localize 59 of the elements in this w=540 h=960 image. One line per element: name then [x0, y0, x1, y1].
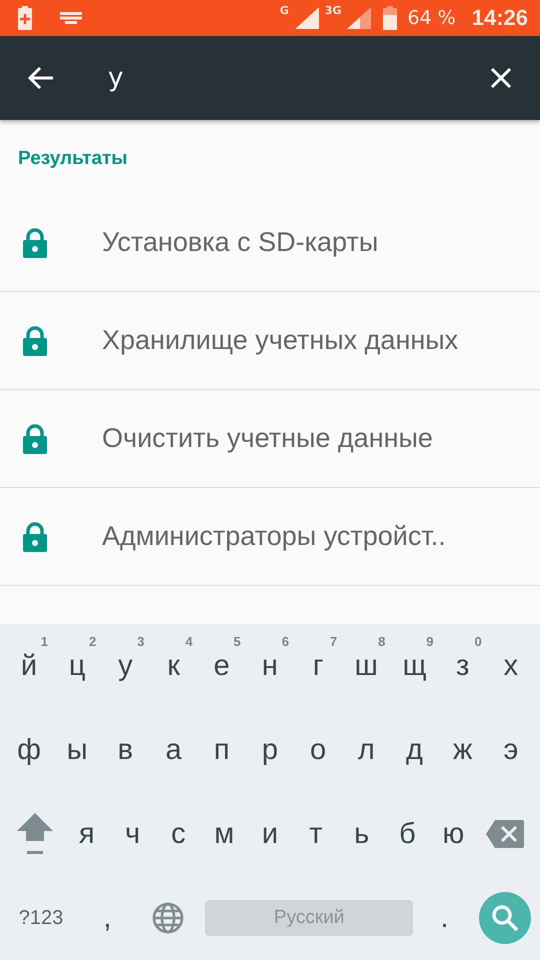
key[interactable]: р	[246, 708, 293, 792]
battery-percentage: 64 %	[407, 7, 456, 29]
signal-icon	[294, 7, 319, 29]
signal-icon	[347, 7, 372, 29]
key[interactable]: ж	[440, 708, 486, 792]
network-label: 3G	[324, 4, 342, 17]
key[interactable]: ы	[54, 708, 100, 792]
network-label: G	[280, 4, 289, 17]
result-item[interactable]: Хранилище учетных данных	[0, 292, 540, 390]
key[interactable]: 0 з	[440, 624, 486, 708]
battery-charging-icon	[18, 6, 32, 30]
key[interactable]: о	[295, 708, 342, 792]
key[interactable]: б	[384, 792, 430, 876]
key[interactable]: 7 г	[295, 624, 342, 708]
key[interactable]: с	[155, 792, 202, 876]
key[interactable]: 5 е	[198, 624, 245, 708]
clock: 14:26	[472, 5, 528, 31]
key[interactable]: 4 к	[150, 624, 197, 708]
backspace-icon	[486, 820, 524, 848]
lock-icon	[23, 522, 47, 552]
search-field[interactable]: у	[74, 63, 470, 93]
key[interactable]: .	[422, 876, 468, 960]
key[interactable]: и	[247, 792, 293, 876]
key[interactable]: э	[488, 708, 534, 792]
key[interactable]: а	[150, 708, 197, 792]
key[interactable]: 8 ш	[343, 624, 390, 708]
key[interactable]: д	[392, 708, 438, 792]
globe-icon	[152, 902, 184, 934]
search-icon	[478, 892, 531, 944]
lock-icon	[23, 424, 47, 454]
key[interactable]: 3 у	[102, 624, 148, 708]
symbols-key[interactable]: ?123	[6, 876, 76, 960]
result-item[interactable]: Установка с SD-карты	[0, 194, 540, 292]
key[interactable]: т	[292, 792, 339, 876]
lock-icon	[23, 228, 47, 258]
result-item[interactable]: Очистить учетные данные	[0, 390, 540, 488]
back-arrow-icon[interactable]	[28, 66, 54, 90]
key[interactable]: 9 щ	[392, 624, 438, 708]
shift-icon	[16, 813, 53, 855]
key[interactable]: 6 н	[246, 624, 293, 708]
key[interactable]: ч	[110, 792, 156, 876]
result-item[interactable]: Администраторы устройст..	[0, 488, 540, 586]
key[interactable]: я	[64, 792, 110, 876]
section-title: Результаты	[17, 147, 129, 171]
key[interactable]: ф	[6, 708, 52, 792]
close-icon[interactable]	[490, 67, 512, 89]
key[interactable]: 1 й	[6, 624, 52, 708]
key[interactable]: ю	[430, 792, 476, 876]
lock-icon	[23, 326, 47, 356]
battery-icon	[383, 6, 398, 30]
key[interactable]: х	[488, 624, 534, 708]
key[interactable]: ь	[338, 792, 385, 876]
key[interactable]: 2 ц	[54, 624, 100, 708]
keyboard-icon	[60, 12, 82, 24]
key[interactable]: ,	[84, 876, 130, 960]
key[interactable]: л	[343, 708, 390, 792]
key[interactable]: м	[201, 792, 248, 876]
key[interactable]: в	[102, 708, 148, 792]
key[interactable]: п	[198, 708, 245, 792]
